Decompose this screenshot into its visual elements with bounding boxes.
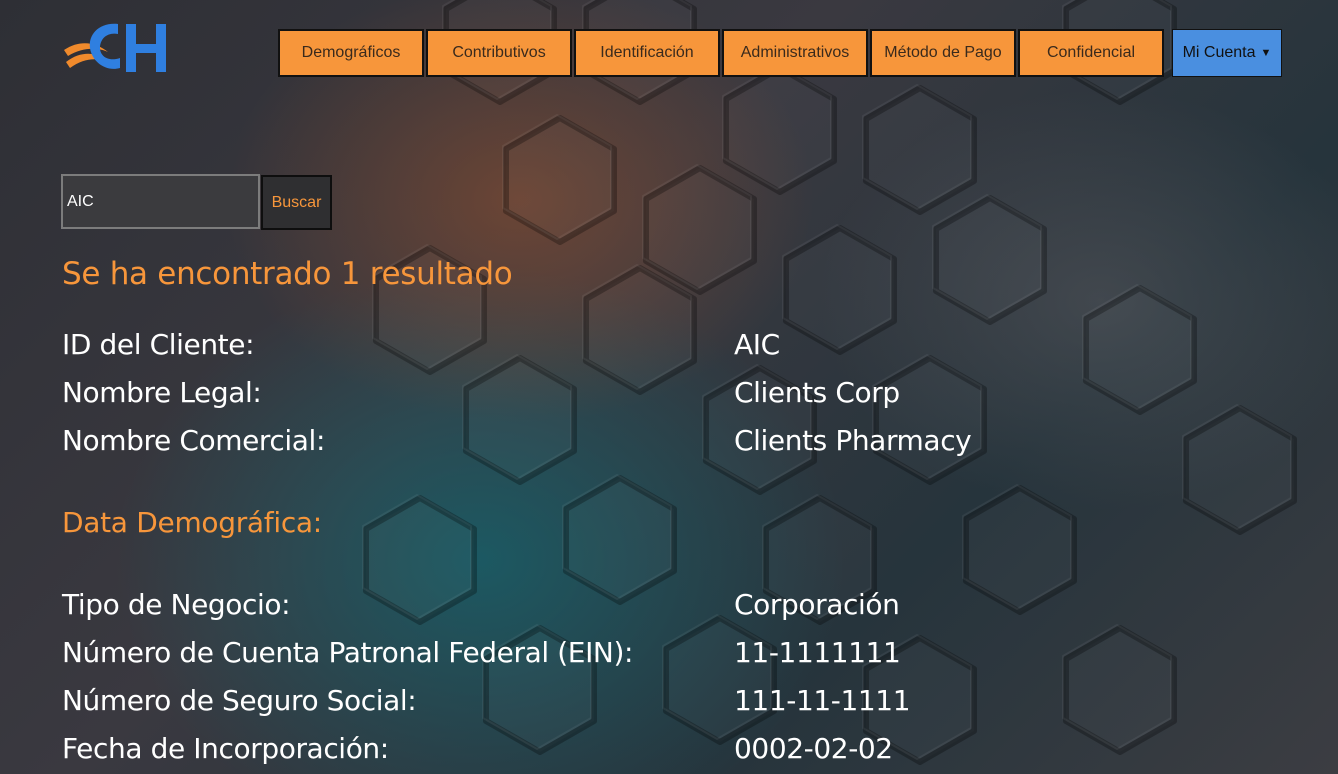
company-logo (64, 23, 166, 72)
field-value: 0002-02-02 (734, 732, 893, 765)
demographic-section-title: Data Demográfica: (62, 506, 322, 539)
ssn-row: Número de Seguro Social: 111-11-1111 (0, 684, 1338, 724)
field-value: 11-1111111 (734, 636, 901, 669)
field-label: ID del Cliente: (62, 328, 255, 361)
result-count-heading: Se ha encontrado 1 resultado (62, 256, 513, 292)
field-label: Nombre Comercial: (62, 424, 325, 457)
field-value: Clients Pharmacy (734, 424, 972, 457)
nav-demograficos[interactable]: Demográficos (278, 29, 424, 77)
incorporation-date-row: Fecha de Incorporación: 0002-02-02 (0, 732, 1338, 772)
nav-metodo-de-pago[interactable]: Método de Pago (870, 29, 1016, 77)
field-label: Número de Cuenta Patronal Federal (EIN): (62, 636, 634, 669)
client-id-row: ID del Cliente: AIC (0, 328, 1338, 368)
field-value: 111-11-1111 (734, 684, 911, 717)
search-button[interactable]: Buscar (261, 175, 332, 230)
main-nav: Demográficos Contributivos Identificació… (278, 29, 1166, 77)
nav-identificacion[interactable]: Identificación (574, 29, 720, 77)
nav-contributivos[interactable]: Contributivos (426, 29, 572, 77)
field-value: Clients Corp (734, 376, 900, 409)
field-label: Fecha de Incorporación: (62, 732, 389, 765)
chevron-down-icon: ▼ (1260, 47, 1272, 59)
commercial-name-row: Nombre Comercial: Clients Pharmacy (0, 424, 1338, 464)
account-label: Mi Cuenta (1182, 44, 1256, 61)
business-type-row: Tipo de Negocio: Corporación (0, 588, 1338, 628)
account-dropdown[interactable]: Mi Cuenta ▼ (1172, 29, 1282, 77)
ein-row: Número de Cuenta Patronal Federal (EIN):… (0, 636, 1338, 676)
field-value: Corporación (734, 588, 900, 621)
field-label: Número de Seguro Social: (62, 684, 417, 717)
field-label: Nombre Legal: (62, 376, 262, 409)
legal-name-row: Nombre Legal: Clients Corp (0, 376, 1338, 416)
field-value: AIC (734, 328, 780, 361)
nav-confidencial[interactable]: Confidencial (1018, 29, 1164, 77)
field-label: Tipo de Negocio: (62, 588, 291, 621)
nav-administrativos[interactable]: Administrativos (722, 29, 868, 77)
search-input[interactable] (61, 174, 260, 229)
